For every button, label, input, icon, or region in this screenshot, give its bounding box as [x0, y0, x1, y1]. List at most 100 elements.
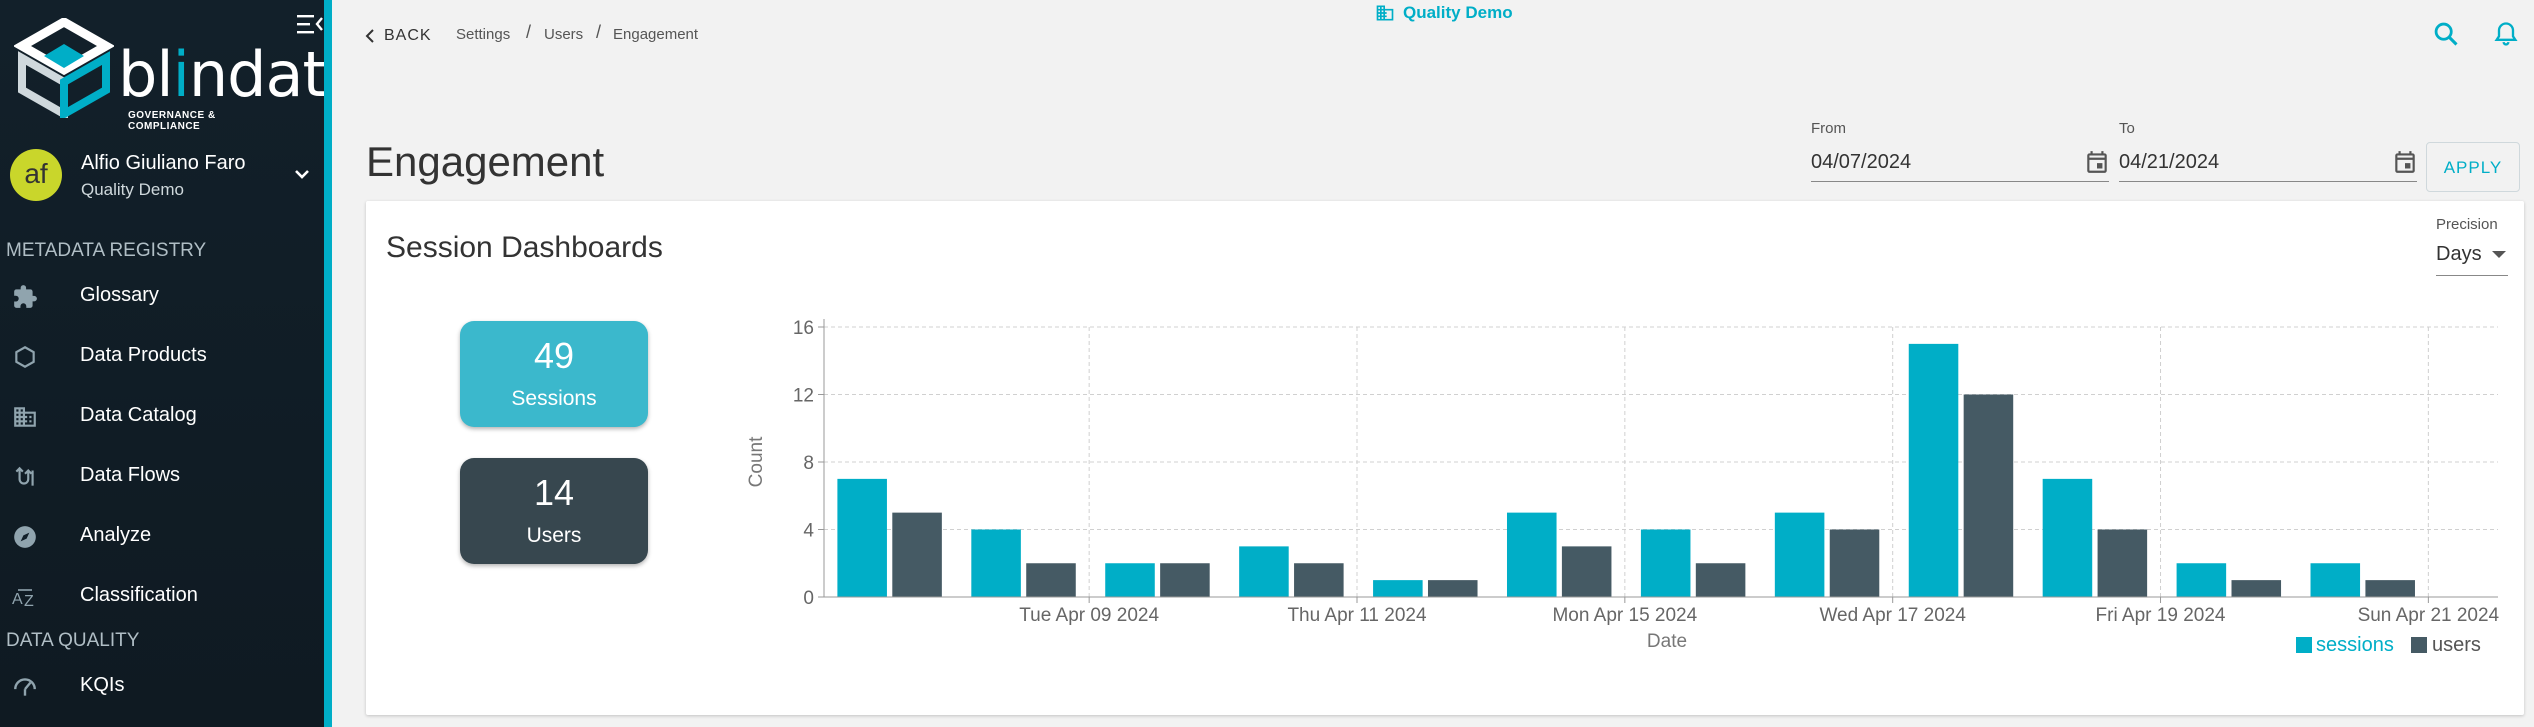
x-tick-label: Thu Apr 11 2024: [1287, 605, 1427, 626]
breadcrumb-settings[interactable]: Settings: [456, 26, 510, 43]
blindata-logo[interactable]: blindata GOVERNANCE & COMPLIANCE: [12, 16, 324, 132]
legend-swatch-sessions: [2296, 637, 2312, 653]
bar-sessions: [971, 529, 1021, 597]
svg-text:Z: Z: [24, 593, 34, 610]
bar-users: [1695, 563, 1746, 597]
sessions-label: Sessions: [511, 387, 597, 410]
legend-label-users: users: [2432, 634, 2481, 656]
bar-users: [2097, 529, 2148, 597]
tenant-name: Quality Demo: [1403, 3, 1513, 22]
puzzle-icon: [14, 285, 37, 308]
bar-sessions: [1239, 546, 1289, 597]
section-data-quality: DATA QUALITY: [6, 630, 140, 651]
y-tick-label: 0: [803, 588, 814, 609]
user-org: Quality Demo: [81, 180, 184, 199]
sidebar-item-label: Data Catalog: [80, 404, 197, 426]
bar-users: [1963, 394, 2014, 597]
logo-cube-icon: [12, 16, 116, 121]
dropdown-arrow-icon: [2492, 251, 2506, 258]
apply-button[interactable]: APPLY: [2426, 142, 2520, 192]
precision-select[interactable]: Days: [2436, 241, 2508, 276]
breadcrumb-engagement: Engagement: [613, 26, 699, 43]
sidebar-item-classification[interactable]: A Z Classification: [0, 572, 324, 620]
x-axis-label: Date: [1647, 631, 1687, 652]
sidebar: blindata GOVERNANCE & COMPLIANCE af Alfi…: [0, 0, 332, 727]
bar-users: [1294, 563, 1344, 597]
sidebar-item-label: Data Products: [80, 344, 207, 366]
sidebar-item-label: Analyze: [80, 524, 152, 546]
user-name: Alfio Giuliano Faro: [81, 152, 246, 174]
breadcrumb-users[interactable]: Users: [544, 26, 583, 43]
sidebar-item-label: KQIs: [80, 674, 125, 696]
bar-users: [2231, 580, 2282, 597]
sidebar-item-label: Glossary: [80, 284, 159, 306]
chevron-left-icon: [365, 29, 374, 43]
card-title: Session Dashboards: [386, 231, 663, 264]
hexagon-icon: [15, 346, 35, 368]
calendar-icon[interactable]: [2084, 149, 2110, 175]
from-date-value: 04/07/2024: [1811, 151, 1912, 173]
legend-swatch-users: [2411, 637, 2427, 653]
to-label: To: [2119, 120, 2135, 137]
y-tick-label: 12: [793, 386, 814, 407]
bar-sessions: [1640, 529, 1691, 597]
logo-wordmark: blindata: [118, 38, 326, 111]
sidebar-item-data-flows[interactable]: Data Flows: [0, 452, 324, 500]
building-icon: [14, 407, 36, 427]
section-metadata-registry: METADATA REGISTRY: [6, 240, 207, 261]
bar-sessions: [1506, 512, 1557, 597]
breadcrumb-separator: /: [526, 22, 532, 42]
sidebar-item-label: Classification: [80, 584, 198, 606]
sort-az-icon: A Z: [12, 589, 34, 610]
bell-icon[interactable]: [2492, 20, 2520, 48]
compass-icon: [14, 526, 36, 548]
logo-tagline: GOVERNANCE & COMPLIANCE: [128, 110, 216, 132]
from-date-field[interactable]: 04/07/2024: [1811, 141, 2109, 182]
bar-sessions: [2310, 563, 2361, 597]
y-tick-label: 8: [803, 453, 814, 474]
bar-sessions: [1105, 563, 1155, 597]
sidebar-item-kqis[interactable]: KQIs: [0, 662, 324, 710]
avatar: af: [10, 149, 62, 201]
back-button[interactable]: BACK: [362, 24, 432, 48]
y-tick-label: 16: [793, 318, 814, 339]
sidebar-item-glossary[interactable]: Glossary: [0, 272, 324, 320]
bar-sessions: [2042, 478, 2093, 597]
bar-sessions: [1908, 343, 1959, 597]
flow-icon: [15, 466, 34, 486]
precision-label: Precision: [2436, 216, 2498, 233]
from-label: From: [1811, 120, 1846, 137]
sidebar-item-data-products[interactable]: Data Products: [0, 332, 324, 380]
bar-users: [1427, 580, 1478, 597]
sidebar-item-label: Data Flows: [80, 464, 181, 486]
menu-collapse-icon[interactable]: [297, 13, 323, 35]
y-tick-label: 4: [803, 521, 814, 542]
x-tick-label: Fri Apr 19 2024: [2096, 605, 2226, 626]
page-title: Engagement: [366, 138, 605, 185]
to-date-value: 04/21/2024: [2119, 151, 2220, 173]
tenant-selector[interactable]: Quality Demo: [1375, 3, 1513, 23]
user-menu[interactable]: af Alfio Giuliano Faro Quality Demo: [10, 146, 320, 206]
y-axis-label: Count: [746, 436, 767, 487]
bar-users: [892, 512, 942, 597]
to-date-field[interactable]: 04/21/2024: [2119, 141, 2417, 182]
legend-label-sessions: sessions: [2316, 634, 2394, 656]
engagement-bar-chart: 0 4 8 12 16 Tue Apr 09 2024 Thu Apr 11 2024 Mon…: [746, 318, 2500, 656]
breadcrumb-separator: /: [596, 22, 602, 42]
calendar-icon[interactable]: [2392, 149, 2418, 175]
sidebar-item-analyze[interactable]: Analyze: [0, 512, 324, 560]
bar-users: [1160, 563, 1210, 597]
sessions-kpi: 49 Sessions: [460, 321, 648, 427]
chevron-down-icon[interactable]: [290, 162, 314, 186]
bar-users: [1829, 529, 1880, 597]
sessions-count: 49: [533, 335, 575, 376]
search-icon[interactable]: [2432, 20, 2460, 48]
building-icon: [1376, 5, 1394, 21]
bar-sessions: [1774, 512, 1825, 597]
bar-sessions: [2176, 563, 2227, 597]
svg-text:A: A: [12, 591, 23, 608]
x-tick-label: Tue Apr 09 2024: [1019, 605, 1159, 626]
sidebar-item-data-catalog[interactable]: Data Catalog: [0, 392, 324, 440]
x-tick-label: Sun Apr 21 2024: [2358, 605, 2500, 626]
back-label: BACK: [384, 27, 432, 44]
